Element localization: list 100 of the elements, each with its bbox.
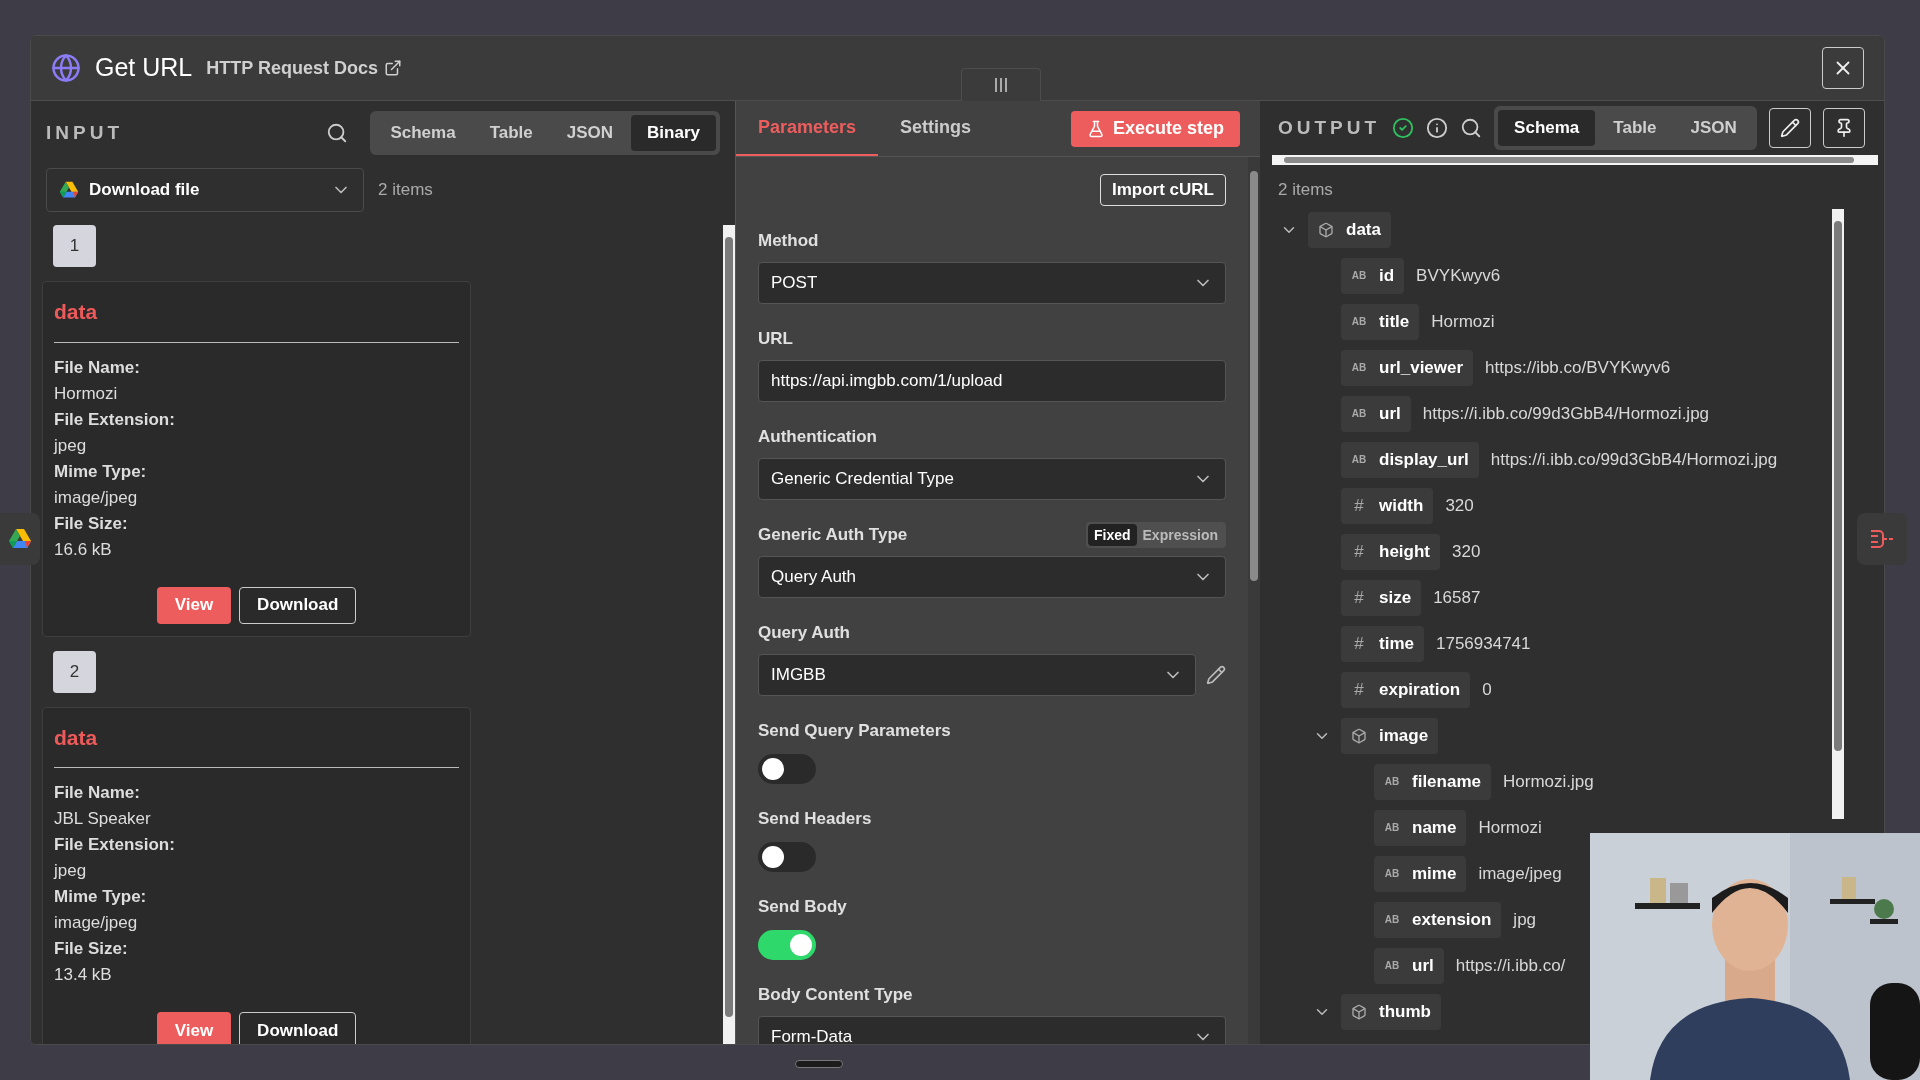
field-value: image/jpeg (54, 912, 139, 934)
scrollbar[interactable] (1248, 157, 1260, 1044)
panel-title: OUTPUT (1278, 115, 1381, 140)
card-title: data (54, 299, 99, 325)
select-field[interactable]: Generic Credential Type (758, 458, 1226, 500)
search-icon[interactable] (326, 122, 349, 144)
node-side-tab[interactable] (0, 513, 40, 565)
edit-icon[interactable] (1206, 665, 1226, 685)
type-icon: # (1351, 538, 1367, 565)
key-label: time (1379, 632, 1414, 655)
pencil-icon (1779, 118, 1800, 138)
field-value: jpeg (54, 860, 88, 882)
field-label: Query Auth (758, 622, 850, 645)
key-label: height (1379, 540, 1430, 563)
item-index-badge: 2 (53, 650, 96, 693)
field-label: File Size: (54, 938, 129, 960)
field-value: Hormozi (1431, 310, 1495, 333)
field-value: JBL Speaker (54, 808, 152, 830)
field-value: 320 (1452, 540, 1481, 563)
key-label: mime (1412, 862, 1457, 885)
view-tab[interactable]: JSON (550, 115, 630, 151)
panel-tab[interactable]: Settings (878, 101, 994, 156)
field-value: https://i.ibb.co/99d3GbB4/Hormozi.jpg (1490, 448, 1778, 471)
view-tab[interactable]: Table (1597, 110, 1673, 146)
success-check-icon (1392, 117, 1415, 139)
url-field[interactable]: https://api.imgbb.com/1/upload (758, 360, 1226, 402)
view-tab[interactable]: Table (473, 115, 549, 151)
type-icon: AB (1351, 360, 1367, 375)
pin-button[interactable] (1822, 108, 1865, 148)
field-value: 16.6 kB (54, 538, 113, 561)
field-value: https://ibb.co/BVYKwyv6 (1485, 356, 1671, 379)
connector-icon (1868, 527, 1896, 551)
toggle-switch[interactable] (758, 842, 816, 872)
view-tab[interactable]: Schema (374, 115, 472, 151)
field-value: 320 (1445, 494, 1474, 517)
horizontal-scrollbar[interactable] (1272, 155, 1878, 165)
cube-icon (1351, 1003, 1367, 1020)
field-label: Mime Type: (54, 460, 148, 483)
select-field[interactable]: Form-Data (758, 1016, 1226, 1044)
select-field[interactable]: POST (758, 262, 1226, 304)
type-icon: AB (1384, 866, 1400, 881)
toggle-switch[interactable] (758, 930, 816, 960)
item-index-badge: 1 (53, 225, 96, 267)
field-value: 13.4 kB (54, 964, 113, 986)
scrollbar[interactable] (723, 225, 735, 1044)
key-label: thumb (1379, 1000, 1431, 1023)
field-label: URL (758, 328, 793, 351)
field-label: Generic Auth Type (758, 524, 908, 547)
type-icon: AB (1384, 958, 1400, 973)
view-tab[interactable]: Schema (1498, 110, 1596, 146)
cube-icon (1351, 727, 1367, 744)
node-select[interactable]: Download file (46, 168, 364, 212)
key-label: data (1346, 218, 1381, 241)
node-side-tab[interactable] (1857, 513, 1907, 565)
download-button[interactable]: Download (239, 1012, 357, 1044)
toggle-switch[interactable] (758, 754, 816, 784)
field-label: Body Content Type (758, 984, 913, 1007)
field-label: Send Body (758, 896, 847, 919)
field-value: Hormozi (1478, 816, 1542, 839)
field-label: File Name: (54, 782, 141, 804)
field-label: File Size: (54, 512, 129, 535)
type-icon: # (1351, 676, 1367, 703)
edit-button[interactable] (1768, 108, 1811, 148)
close-button[interactable] (1822, 47, 1864, 89)
key-label: expiration (1379, 678, 1461, 701)
view-tab[interactable]: JSON (1674, 110, 1753, 146)
card-title: data (54, 724, 99, 751)
field-label: Send Query Parameters (758, 720, 951, 743)
mode-option[interactable]: Fixed (1087, 524, 1137, 546)
download-button[interactable]: Download (239, 586, 357, 624)
key-label: id (1379, 264, 1395, 287)
type-icon: AB (1351, 406, 1367, 421)
field-label: File Extension: (54, 408, 176, 431)
view-tab[interactable]: Binary (631, 115, 716, 151)
docs-link[interactable]: HTTP Request Docs (206, 54, 402, 82)
select-field[interactable]: Query Auth (758, 556, 1226, 598)
field-value: https://i.ibb.co/ (1455, 954, 1566, 977)
search-icon[interactable] (1460, 117, 1483, 139)
drag-handle[interactable] (961, 68, 1041, 101)
info-icon[interactable] (1426, 117, 1449, 139)
mode-option[interactable]: Expression (1136, 524, 1224, 546)
import-curl-button[interactable]: Import cURL (1100, 174, 1226, 206)
select-field[interactable]: IMGBB (758, 654, 1196, 696)
key-label: url (1379, 402, 1401, 425)
key-label: display_url (1379, 448, 1469, 471)
field-label: File Name: (54, 356, 141, 379)
scrollbar[interactable] (1832, 208, 1844, 819)
type-icon: # (1351, 630, 1367, 657)
globe-icon (51, 53, 81, 83)
item-count: 2 items (378, 179, 433, 202)
key-label: url_viewer (1379, 356, 1464, 379)
field-value: image/jpeg (54, 486, 139, 509)
panel-title: INPUT (46, 120, 123, 145)
field-value: image/jpeg (1478, 862, 1562, 885)
field-value: 1756934741 (1435, 632, 1531, 655)
type-icon: # (1351, 584, 1367, 611)
type-icon: AB (1351, 268, 1367, 283)
type-icon: AB (1351, 314, 1367, 329)
key-label: filename (1412, 770, 1481, 793)
resize-handle[interactable] (795, 1060, 843, 1068)
